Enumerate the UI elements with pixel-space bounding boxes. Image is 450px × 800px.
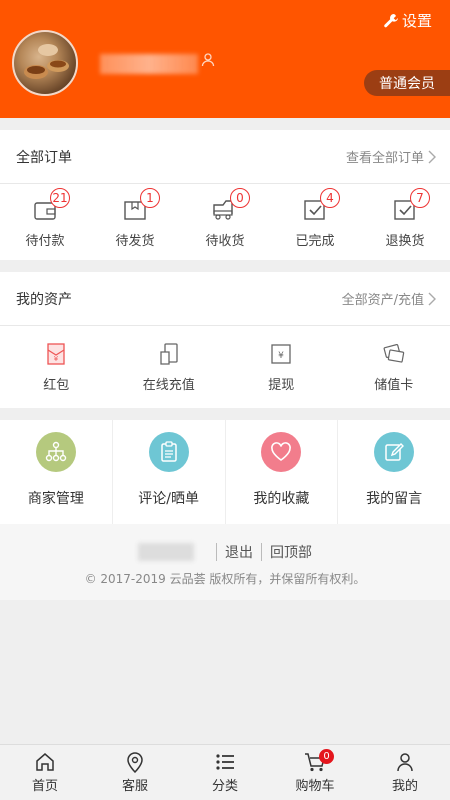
view-all-assets-link[interactable]: 全部资产/充值 (342, 289, 436, 308)
tab-cart[interactable]: 0 购物车 (270, 745, 360, 800)
list-icon (216, 754, 234, 770)
orders-card: 全部订单 查看全部订单 21 待付款 1 待发货 0 待收货 4 已完成 7 退… (0, 130, 450, 260)
asset-red-packet[interactable]: ¥ 红包 (0, 326, 113, 408)
recharge-icon (160, 343, 178, 365)
back-to-top-link[interactable]: 回顶部 (270, 542, 312, 562)
divider (216, 543, 217, 561)
asset-withdraw[interactable]: ¥ 提现 (225, 326, 338, 408)
user-icon (397, 753, 413, 772)
asset-recharge[interactable]: 在线充值 (113, 326, 226, 408)
orders-title: 全部订单 (16, 149, 72, 166)
tool-label: 我的收藏 (253, 491, 310, 507)
view-all-orders-label: 查看全部订单 (345, 151, 424, 166)
tools-grid: 商家管理 评论/晒单 我的收藏 我的留言 (0, 420, 450, 524)
tab-home[interactable]: 首页 (0, 745, 90, 800)
tab-me[interactable]: 我的 (360, 745, 450, 800)
edit-icon (374, 432, 415, 472)
heart-icon (261, 432, 302, 472)
username-blurred (100, 54, 198, 74)
view-all-assets-label: 全部资产/充值 (341, 293, 424, 308)
red-packet-icon: ¥ (47, 343, 65, 365)
order-badge: 21 (50, 188, 70, 208)
order-label: 待发货 (115, 234, 155, 249)
cart-count-badge: 0 (319, 749, 334, 764)
footer-links: 退出 回顶部 (0, 542, 450, 562)
logout-link[interactable]: 退出 (225, 542, 253, 562)
svg-text:¥: ¥ (278, 351, 284, 361)
order-badge: 7 (410, 188, 430, 208)
assets-header[interactable]: 我的资产 全部资产/充值 (0, 272, 450, 326)
home-icon (36, 753, 54, 771)
order-label: 退换货 (385, 234, 425, 249)
username-blurred (138, 543, 194, 561)
order-pending-shipment[interactable]: 1 待发货 (90, 184, 180, 260)
tool-favorites[interactable]: 我的收藏 (226, 420, 339, 524)
view-all-orders-link[interactable]: 查看全部订单 (346, 147, 436, 166)
chevron-right-icon (428, 150, 436, 163)
tab-label: 首页 (31, 779, 58, 794)
order-label: 待付款 (25, 234, 65, 249)
tool-merchant-management[interactable]: 商家管理 (0, 420, 113, 524)
order-badge: 4 (320, 188, 340, 208)
chevron-right-icon (428, 292, 436, 305)
tab-label: 客服 (121, 779, 148, 794)
assets-card: 我的资产 全部资产/充值 ¥ 红包 在线充值 ¥ 提现 储值卡 (0, 272, 450, 408)
svg-text:¥: ¥ (54, 355, 59, 363)
order-pending-receipt[interactable]: 0 待收货 (180, 184, 270, 260)
profile-header: 设置 普通会员 (0, 0, 450, 118)
tab-label: 我的 (391, 779, 418, 794)
order-returns[interactable]: 7 退换货 (360, 184, 450, 260)
bottom-tab-bar: 首页 客服 分类 0 购物车 我的 (0, 744, 450, 800)
location-icon (127, 752, 143, 773)
asset-label: 红包 (43, 378, 70, 393)
order-pending-payment[interactable]: 21 待付款 (0, 184, 90, 260)
tab-label: 分类 (211, 779, 238, 794)
order-label: 待收货 (205, 234, 245, 249)
asset-stored-card[interactable]: 储值卡 (338, 326, 450, 408)
tab-category[interactable]: 分类 (180, 745, 270, 800)
divider (261, 543, 262, 561)
order-status-row: 21 待付款 1 待发货 0 待收货 4 已完成 7 退换货 (0, 184, 450, 260)
order-completed[interactable]: 4 已完成 (270, 184, 360, 260)
withdraw-icon: ¥ (271, 344, 291, 364)
order-badge: 1 (140, 188, 160, 208)
orders-header[interactable]: 全部订单 查看全部订单 (0, 130, 450, 184)
member-level-badge[interactable]: 普通会员 (364, 70, 450, 96)
tool-reviews[interactable]: 评论/晒单 (113, 420, 226, 524)
tool-messages[interactable]: 我的留言 (338, 420, 450, 524)
page-footer: 退出 回顶部 © 2017-2019 云品荟 版权所有，并保留所有权利。 (0, 524, 450, 600)
order-badge: 0 (230, 188, 250, 208)
asset-label: 提现 (268, 378, 295, 393)
org-chart-icon (35, 432, 76, 472)
tab-label: 购物车 (295, 779, 335, 794)
user-outline-icon (200, 52, 216, 72)
asset-label: 储值卡 (374, 378, 414, 393)
tool-label: 我的留言 (366, 491, 423, 507)
clipboard-icon (148, 432, 189, 472)
wrench-icon (384, 13, 398, 27)
cards-icon (383, 343, 404, 363)
assets-title: 我的资产 (16, 291, 72, 308)
order-label: 已完成 (295, 234, 335, 249)
copyright-text: © 2017-2019 云品荟 版权所有，并保留所有权利。 (84, 572, 366, 586)
avatar[interactable] (12, 30, 78, 96)
tool-label: 评论/晒单 (138, 491, 199, 507)
tab-customer-service[interactable]: 客服 (90, 745, 180, 800)
assets-row: ¥ 红包 在线充值 ¥ 提现 储值卡 (0, 326, 450, 408)
settings-label: 设置 (401, 12, 432, 30)
asset-label: 在线充值 (142, 378, 195, 393)
settings-button[interactable]: 设置 (383, 10, 432, 31)
tool-label: 商家管理 (27, 491, 84, 507)
